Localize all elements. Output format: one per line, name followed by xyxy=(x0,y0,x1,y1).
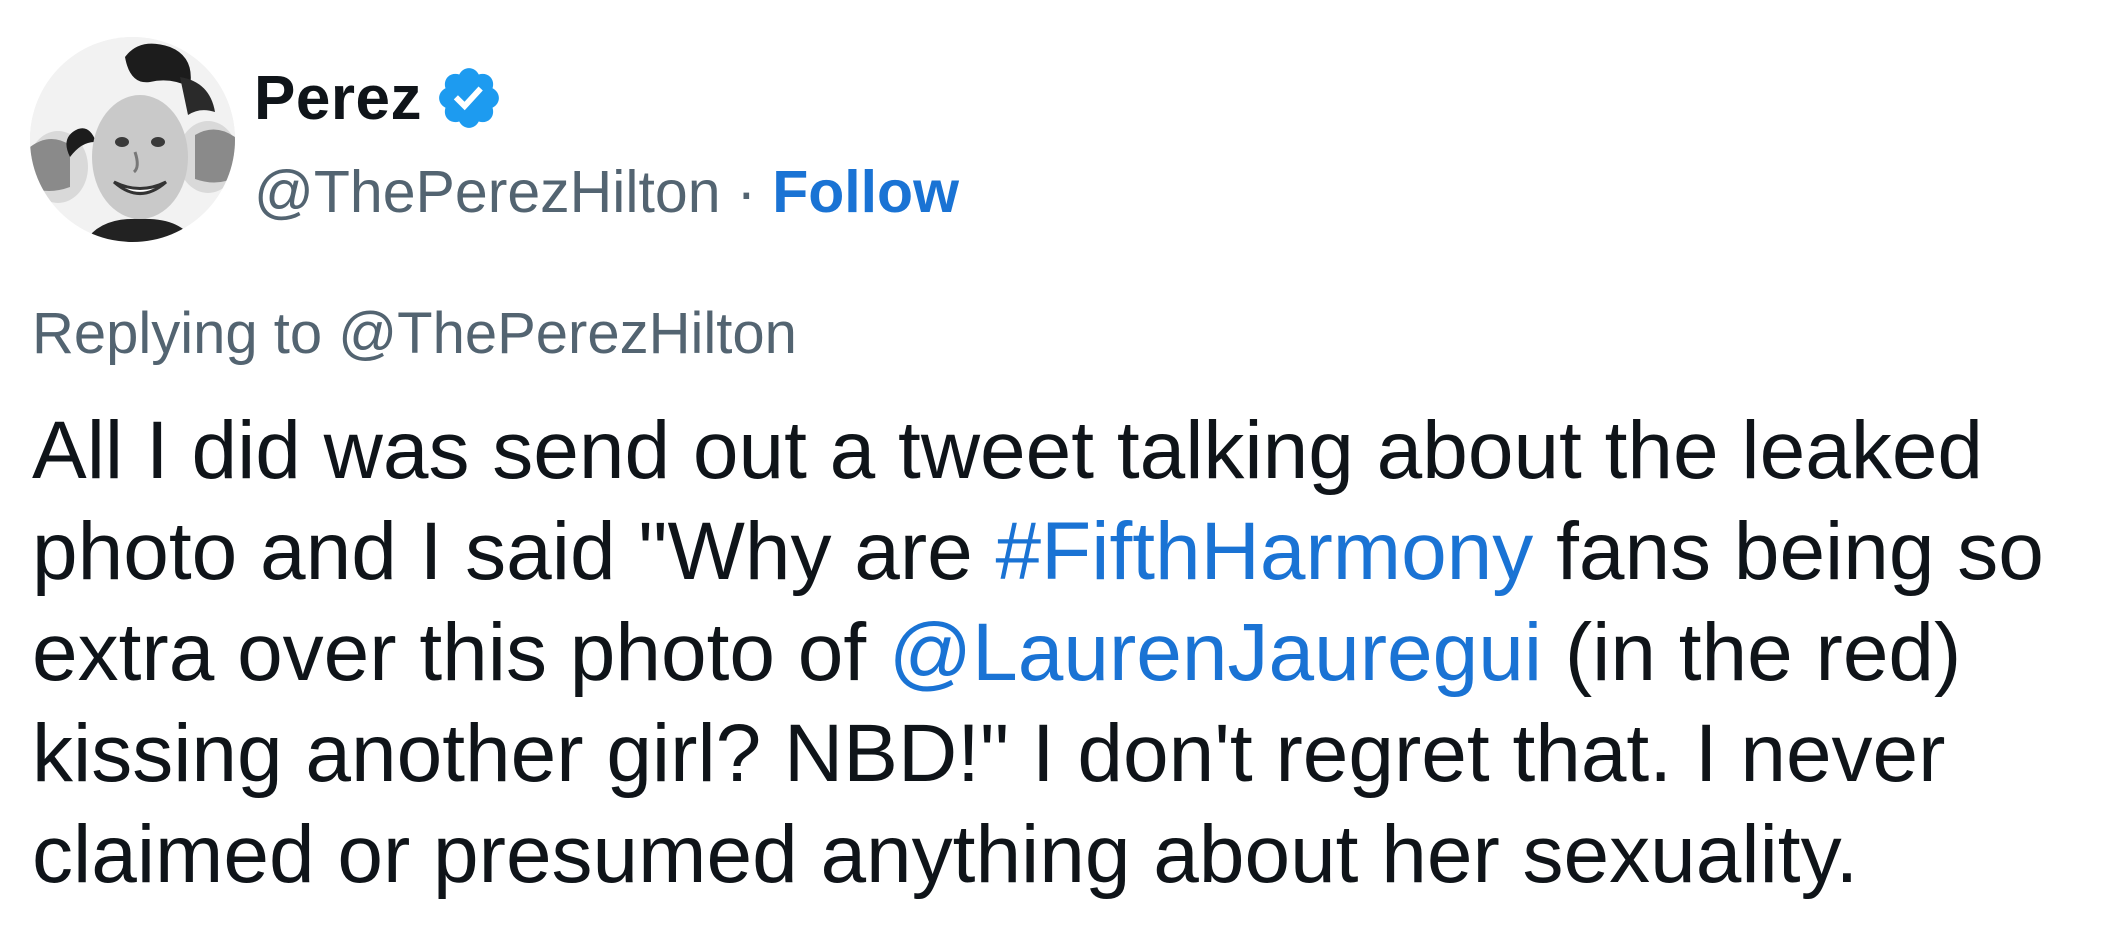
tweet-line-2-end: fans being so xyxy=(1533,506,2044,597)
author-display-name[interactable]: Perez xyxy=(254,63,422,134)
avatar[interactable] xyxy=(30,37,235,242)
follow-button[interactable]: Follow xyxy=(772,158,959,226)
tweet-line-5: claimed or presumed anything about her s… xyxy=(32,809,1859,900)
tweet-line-3-end: (in the red) xyxy=(1542,607,1962,698)
tweet-line-1: All I did was send out a tweet talking a… xyxy=(32,405,1984,496)
author-name-row: Perez xyxy=(254,58,959,138)
tweet-card: Perez @ThePerezHilton · Follow Replying … xyxy=(0,0,2104,940)
tweet-line-2-start: photo and I said "Why are xyxy=(32,506,996,597)
tweet-line-3-start: extra over this photo of xyxy=(32,607,889,698)
avatar-image xyxy=(30,37,235,242)
verified-badge-icon xyxy=(434,63,504,133)
hashtag-link[interactable]: #FifthHarmony xyxy=(996,506,1534,597)
author-block: Perez @ThePerezHilton · Follow xyxy=(254,58,959,232)
separator-dot: · xyxy=(736,159,757,225)
author-handle[interactable]: @ThePerezHilton xyxy=(254,158,721,226)
author-handle-row: @ThePerezHilton · Follow xyxy=(254,152,959,232)
tweet-line-4: kissing another girl? NBD!" I don't regr… xyxy=(32,708,1946,799)
mention-link[interactable]: @LaurenJauregui xyxy=(889,607,1542,698)
tweet-line-3: extra over this photo of @LaurenJauregui… xyxy=(32,602,2092,703)
replying-to-prefix: Replying to xyxy=(32,301,323,366)
replying-to-handle[interactable]: @ThePerezHilton xyxy=(338,301,797,366)
tweet-line-2: photo and I said "Why are #FifthHarmony … xyxy=(32,501,2092,602)
tweet-text: All I did was send out a tweet talking a… xyxy=(32,400,2092,905)
replying-to-line: Replying to @ThePerezHilton xyxy=(32,300,797,367)
